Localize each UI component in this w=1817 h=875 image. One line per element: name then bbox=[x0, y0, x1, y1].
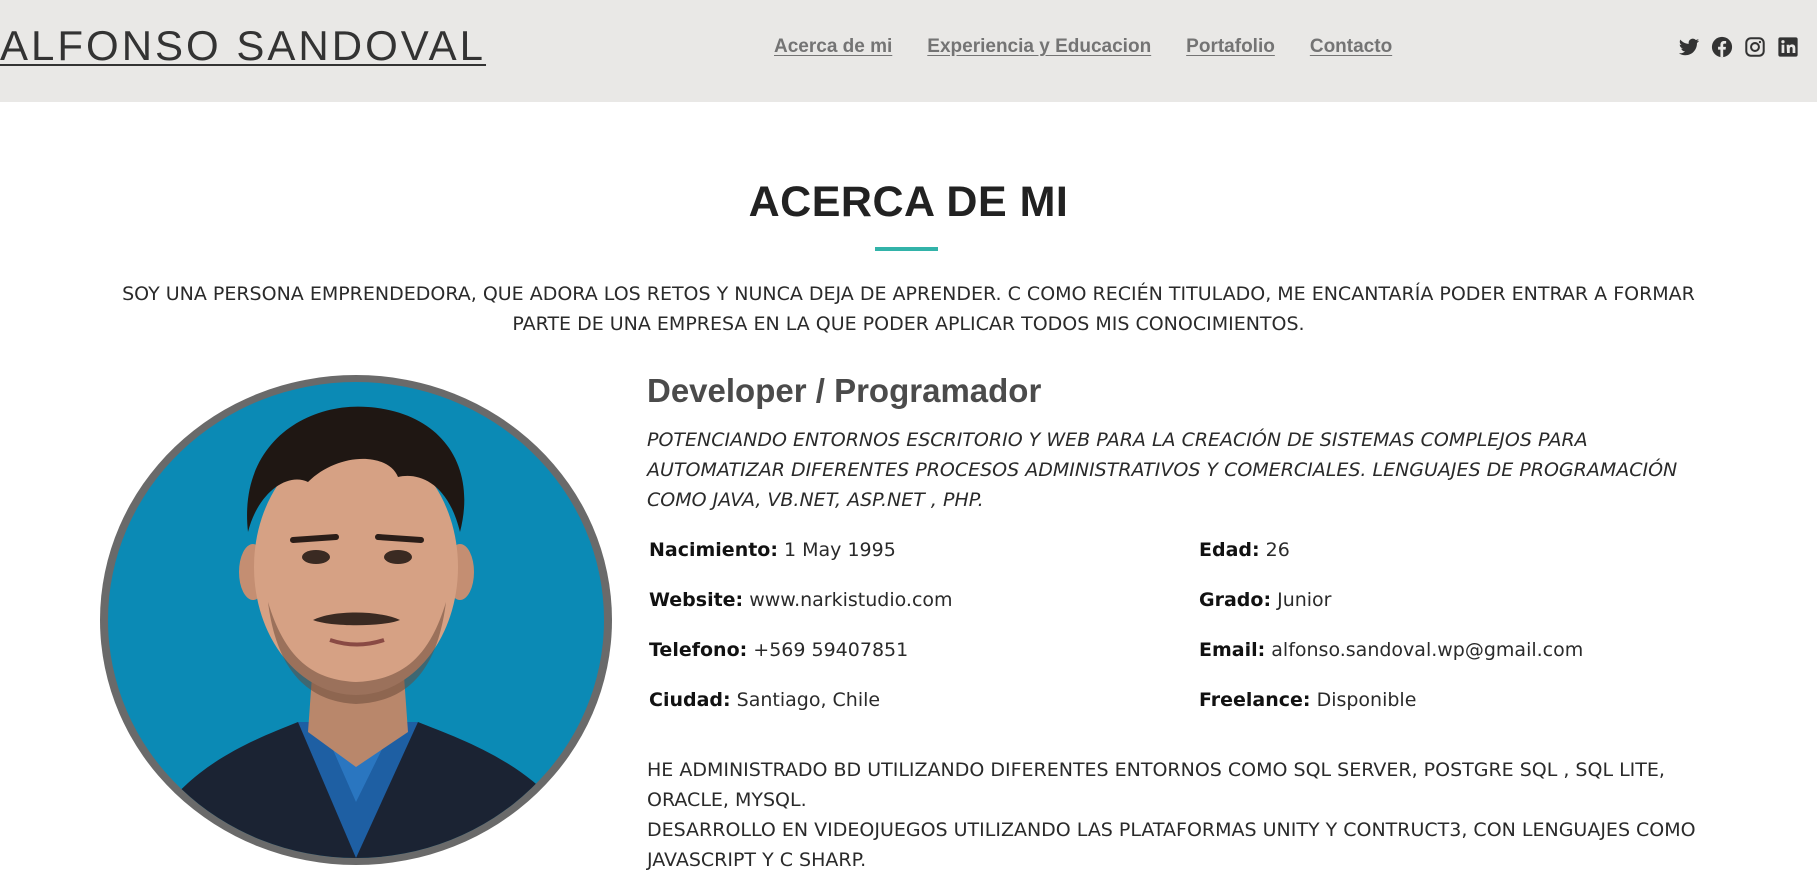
summary-line-gamedev: DESARROLLO EN VIDEOJUEGOS UTILIZANDO LAS… bbox=[647, 819, 1696, 871]
site-header: ALFONSO SANDOVAL Acerca de mi Experienci… bbox=[0, 0, 1817, 102]
fact-value: +569 59407851 bbox=[753, 639, 909, 661]
fact-value: 1 May 1995 bbox=[784, 539, 896, 561]
fact-value: 26 bbox=[1265, 539, 1290, 561]
fact-label: Email: bbox=[1199, 639, 1266, 661]
instagram-icon[interactable] bbox=[1744, 36, 1766, 58]
fact-grado: Grado: Junior bbox=[1199, 589, 1332, 611]
fact-label: Ciudad: bbox=[649, 689, 731, 711]
intro-text: SOY UNA PERSONA EMPRENDEDORA, QUE ADORA … bbox=[122, 283, 1695, 335]
fact-label: Website: bbox=[649, 589, 744, 611]
fact-value: www.narkistudio.com bbox=[749, 589, 953, 611]
nav-link-contacto[interactable]: Contacto bbox=[1310, 36, 1392, 58]
role-tagline: POTENCIANDO ENTORNOS ESCRITORIO Y WEB PA… bbox=[647, 429, 1678, 511]
linkedin-icon[interactable] bbox=[1777, 36, 1799, 58]
section-title: ACERCA DE MI bbox=[748, 178, 1069, 226]
twitter-icon[interactable] bbox=[1678, 36, 1700, 58]
profile-photo-image bbox=[108, 382, 604, 858]
fact-label: Freelance: bbox=[1199, 689, 1311, 711]
fact-website: Website: www.narkistudio.com bbox=[649, 589, 953, 611]
fact-label: Telefono: bbox=[649, 639, 748, 661]
fact-value: Disponible bbox=[1316, 689, 1417, 711]
main-nav: Acerca de mi Experiencia y Educacion Por… bbox=[774, 36, 1392, 58]
fact-label: Nacimiento: bbox=[649, 539, 778, 561]
fact-email: Email: alfonso.sandoval.wp@gmail.com bbox=[1199, 639, 1583, 661]
title-divider bbox=[875, 247, 938, 251]
nav-link-portafolio[interactable]: Portafolio bbox=[1186, 36, 1275, 58]
fact-value: Santiago, Chile bbox=[736, 689, 881, 711]
fact-value: alfonso.sandoval.wp@gmail.com bbox=[1271, 639, 1584, 661]
fact-telefono: Telefono: +569 59407851 bbox=[649, 639, 908, 661]
fact-nacimiento: Nacimiento: 1 May 1995 bbox=[649, 539, 896, 561]
fact-freelance: Freelance: Disponible bbox=[1199, 689, 1416, 711]
fact-edad: Edad: 26 bbox=[1199, 539, 1290, 561]
summary-line-databases: HE ADMINISTRADO BD UTILIZANDO DIFERENTES… bbox=[647, 759, 1665, 811]
profile-photo bbox=[100, 375, 612, 865]
experience-summary: HE ADMINISTRADO BD UTILIZANDO DIFERENTES… bbox=[647, 755, 1697, 875]
role-title: Developer / Programador bbox=[647, 372, 1042, 409]
brand-link[interactable]: ALFONSO SANDOVAL bbox=[0, 22, 486, 70]
fact-label: Edad: bbox=[1199, 539, 1260, 561]
fact-ciudad: Ciudad: Santiago, Chile bbox=[649, 689, 880, 711]
social-links bbox=[1678, 36, 1799, 58]
fact-value: Junior bbox=[1277, 589, 1332, 611]
facebook-icon[interactable] bbox=[1711, 36, 1733, 58]
fact-label: Grado: bbox=[1199, 589, 1272, 611]
nav-link-acerca[interactable]: Acerca de mi bbox=[774, 36, 892, 58]
nav-link-experiencia[interactable]: Experiencia y Educacion bbox=[927, 36, 1151, 58]
